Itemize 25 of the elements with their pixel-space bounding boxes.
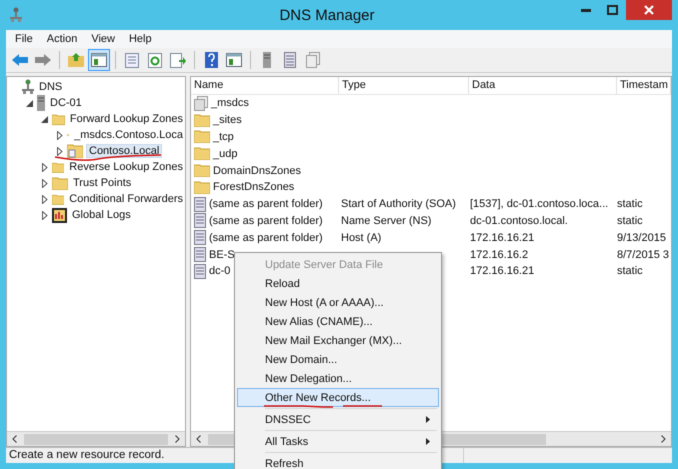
- table-cell: 172.16.16.2: [470, 248, 528, 261]
- table-cell: static: [617, 265, 643, 278]
- table-cell: (same as parent folder): [209, 214, 323, 227]
- table-cell: _msdcs: [211, 97, 249, 110]
- table-cell: 172.16.16.21: [470, 232, 534, 244]
- table-cell: DomainDnsZones: [213, 164, 302, 177]
- table-cell: [1537], dc-01.contoso.loca...: [470, 198, 608, 210]
- table-cell: static: [617, 214, 643, 227]
- table-cell: Name Server (NS): [341, 214, 432, 227]
- table-cell: Host (A): [341, 232, 382, 244]
- table-cell: dc-0: [209, 265, 230, 278]
- table-cell: _sites: [213, 114, 242, 126]
- table-cell: ForestDnsZones: [213, 181, 294, 194]
- table-cell: 8/7/2015 3: [617, 248, 669, 261]
- table-cell: dc-01.contoso.local.: [470, 214, 568, 227]
- table-cell: static: [617, 198, 643, 210]
- table-cell: Start of Authority (SOA): [341, 198, 456, 210]
- table-cell: _tcp: [213, 130, 234, 143]
- table-cell: BE-S: [209, 248, 235, 261]
- table-cell: (same as parent folder): [209, 198, 323, 210]
- table-cell: _udp: [213, 148, 238, 160]
- window-title: DNS Manager: [278, 6, 376, 24]
- table-cell: 9/13/2015: [617, 232, 666, 244]
- table-cell: 172.16.16.21: [470, 265, 534, 278]
- table-cell: (same as parent folder): [209, 232, 323, 244]
